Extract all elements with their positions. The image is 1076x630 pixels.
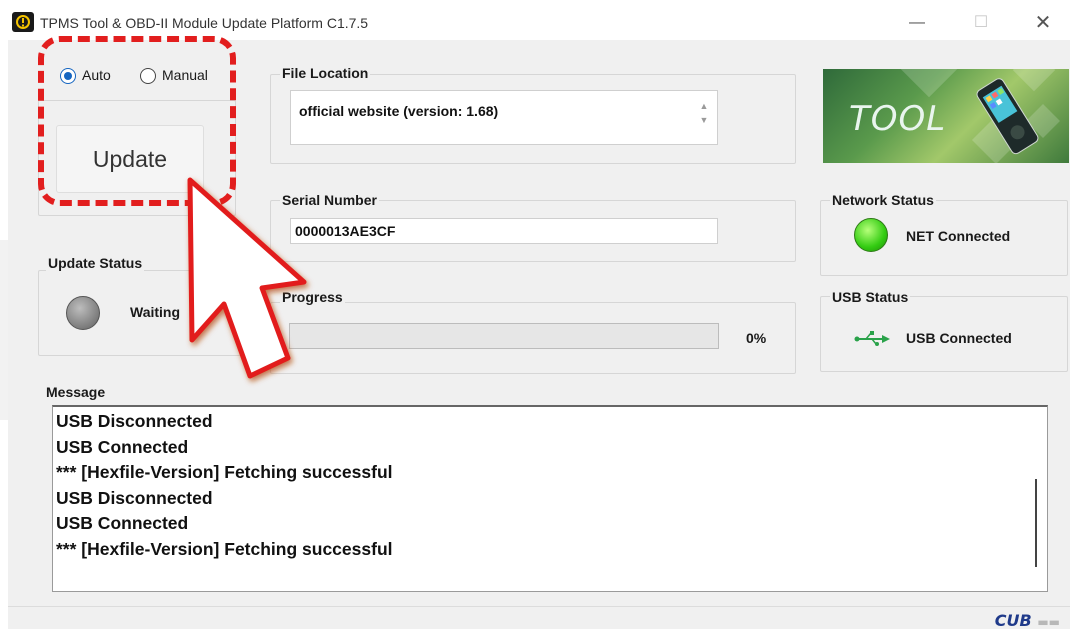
usb-status-text: USB Connected [906,330,1012,346]
message-line: USB Connected [56,436,189,457]
banner-text: TOOL [849,99,947,139]
auto-radio[interactable] [60,68,76,84]
message-list: USB Disconnected USB Connected *** [Hexf… [53,409,393,562]
message-line: USB Disconnected [56,411,213,431]
pointer-arrow-icon [187,177,307,379]
network-status-text: NET Connected [906,228,1011,244]
message-line: *** [Hexfile-Version] Fetching successfu… [56,462,393,482]
message-scrollbar[interactable] [1035,479,1037,567]
update-status-text: Waiting [130,304,181,320]
message-line: *** [Hexfile-Version] Fetching successfu… [56,538,393,559]
brand-logo: CUB ▬▬ [995,611,1060,630]
update-status-indicator [66,296,100,330]
file-location-field[interactable]: official website (version: 1.68) ▲ ▼ [290,90,718,145]
window-title: TPMS Tool & OBD-II Module Update Platfor… [40,15,369,31]
network-status-label: Network Status [830,192,936,208]
update-status-label: Update Status [46,255,145,271]
file-location-value: official website (version: 1.68) [299,103,499,119]
tpms-app-icon [12,12,34,32]
brand-suffix: ▬▬ [1037,615,1060,629]
manual-radio-label[interactable]: Manual [162,67,208,83]
title-bar: TPMS Tool & OBD-II Module Update Platfor… [8,6,1070,40]
app-window: TPMS Tool & OBD-II Module Update Platfor… [8,6,1070,630]
file-location-label: File Location [280,65,371,81]
maximize-button[interactable]: ☐ [958,10,1004,36]
tpms-device-icon [976,78,1039,155]
progress-percent: 0% [746,330,767,346]
brand-text: CUB [994,611,1032,630]
network-status-indicator [854,218,888,252]
minimize-button[interactable]: — [894,10,940,36]
progress-bar [289,323,719,349]
message-label: Message [46,384,106,400]
close-button[interactable]: ✕ [1020,10,1066,36]
usb-icon [854,331,890,346]
message-line: USB Connected [56,513,189,533]
auto-radio-label[interactable]: Auto [82,67,111,83]
usb-status-label: USB Status [830,289,911,305]
tool-banner: TOOL [823,69,1069,163]
message-log[interactable]: USB Disconnected USB Connected *** [Hexf… [52,405,1048,592]
serial-number-field[interactable]: 0000013AE3CF [290,218,718,244]
manual-radio[interactable] [140,68,156,84]
file-location-scroll-arrows[interactable]: ▲ ▼ [699,99,709,127]
message-line: USB Disconnected [56,487,213,508]
status-bar: CUB ▬▬ [8,606,1070,630]
